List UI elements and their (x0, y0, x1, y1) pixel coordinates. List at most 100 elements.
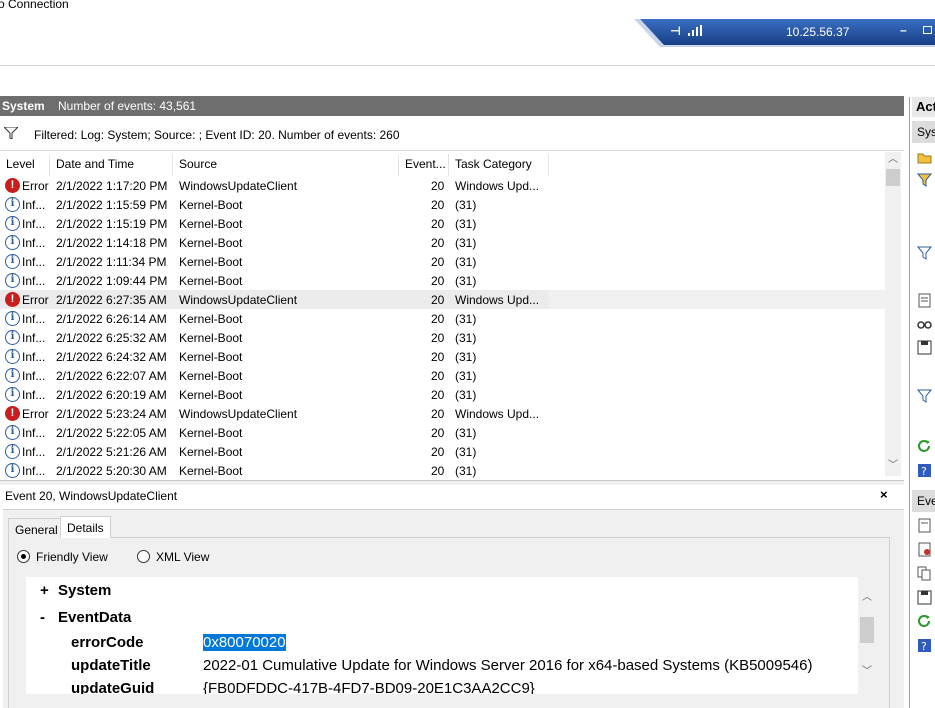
filter-icon (4, 127, 18, 139)
table-row[interactable]: ! Error 2/1/2022 5:23:24 AM WindowsUpdateCl… (0, 404, 885, 423)
table-row[interactable]: i Inf... 2/1/2022 6:25:32 AM Kernel-Boot 20 (… (0, 328, 885, 347)
eventdata-node[interactable]: EventData (58, 609, 131, 626)
radio-label: Friendly View (36, 550, 108, 564)
column-label: Level (6, 157, 35, 171)
system-node[interactable]: System (58, 582, 111, 599)
table-row[interactable]: i Inf... 2/1/2022 1:09:44 PM Kernel-Boot 20 (… (0, 271, 885, 290)
error-icon: ! (5, 178, 20, 193)
table-row[interactable]: i Inf... 2/1/2022 6:24:32 AM Kernel-Boot 20 (… (0, 347, 885, 366)
scroll-up-icon[interactable]: ︿ (859, 590, 875, 606)
refresh-icon[interactable] (917, 439, 932, 454)
find-icon[interactable] (917, 316, 932, 331)
minimize-button[interactable]: – (900, 23, 907, 37)
tab-details[interactable]: Details (60, 516, 111, 538)
table-row[interactable]: i Inf... 2/1/2022 1:11:34 PM Kernel-Boot 20 (… (0, 252, 885, 271)
close-icon[interactable]: × (880, 487, 888, 502)
system-expand-toggle[interactable]: + (40, 582, 49, 599)
svg-text:?: ? (921, 640, 927, 653)
info-icon: i (5, 349, 20, 364)
table-row[interactable]: i Inf... 2/1/2022 5:22:05 AM Kernel-Boot 20 (… (0, 423, 885, 442)
table-row[interactable]: i Inf... 2/1/2022 1:15:59 PM Kernel-Boot 20 (… (0, 195, 885, 214)
table-row[interactable]: i Inf... 2/1/2022 6:26:14 AM Kernel-Boot 20 (… (0, 309, 885, 328)
log-name: System (2, 99, 45, 113)
filter-icon[interactable] (917, 245, 932, 260)
filter-icon[interactable] (917, 172, 932, 187)
title-divider (0, 65, 935, 66)
level-cell: Inf... (22, 217, 46, 231)
radio-unselected-icon (137, 550, 150, 563)
help-icon[interactable]: ? (917, 463, 932, 478)
category-cell: Windows Upd... (455, 293, 540, 307)
attach-task-to-event-icon[interactable] (917, 542, 932, 557)
datetime-cell: 2/1/2022 5:20:30 AM (56, 464, 167, 478)
info-icon: i (5, 425, 20, 440)
save-icon[interactable] (917, 340, 932, 355)
table-row[interactable]: i Inf... 2/1/2022 1:14:18 PM Kernel-Boot 20 (… (0, 233, 885, 252)
properties-icon[interactable] (917, 293, 932, 308)
open-folder-icon[interactable] (917, 150, 932, 165)
event-id-cell: 20 (431, 350, 445, 364)
copy-icon[interactable] (917, 566, 932, 581)
category-cell: (31) (455, 388, 477, 402)
column-header-level[interactable]: Level (0, 154, 50, 176)
datetime-cell: 2/1/2022 1:17:20 PM (56, 179, 168, 193)
scroll-down-icon[interactable]: ﹀ (885, 458, 901, 474)
table-row[interactable]: i Inf... 2/1/2022 6:20:19 AM Kernel-Boot 20 (… (0, 385, 885, 404)
column-header-task-category[interactable]: Task Category (449, 154, 549, 176)
signal-icon (688, 25, 702, 36)
info-icon: i (5, 311, 20, 326)
scroll-up-icon[interactable]: ︿ (885, 152, 901, 168)
table-row[interactable]: i Inf... 2/1/2022 5:21:26 AM Kernel-Boot 20 (… (0, 442, 885, 461)
restore-button[interactable] (923, 26, 932, 34)
table-row[interactable]: i Inf... 2/1/2022 5:20:30 AM Kernel-Boot 20 (… (0, 461, 885, 478)
info-icon: i (5, 273, 20, 288)
datetime-cell: 2/1/2022 6:27:35 AM (56, 293, 167, 307)
refresh-icon[interactable] (917, 614, 932, 629)
category-cell: (31) (455, 445, 477, 459)
attach-task-icon[interactable] (917, 388, 932, 403)
field-name: errorCode (71, 634, 144, 651)
column-header-source[interactable]: Source (173, 154, 399, 176)
column-header-event-id[interactable]: Event... (399, 154, 449, 176)
info-icon: i (5, 330, 20, 345)
source-cell: Kernel-Boot (179, 217, 243, 231)
actions-section-event[interactable]: Eve (912, 490, 935, 512)
log-header: System Number of events: 43,561 (0, 96, 904, 116)
actions-section-system[interactable]: Sys (912, 121, 935, 143)
table-row[interactable]: ! Error 2/1/2022 6:27:35 AM WindowsUpdateCl… (0, 290, 885, 309)
field-value-update-guid[interactable]: {FB0DFDDC-417B-4FD7-BD09-20E1C3AA2CC9} (203, 680, 535, 694)
column-header-datetime[interactable]: Date and Time (50, 154, 173, 176)
save-selected-icon[interactable] (917, 590, 932, 605)
tab-general[interactable]: General (8, 518, 65, 538)
level-cell: Inf... (22, 312, 46, 326)
svg-text:?: ? (921, 465, 927, 478)
level-cell: Inf... (22, 350, 46, 364)
grid-scrollbar[interactable]: ︿ ﹀ (885, 152, 901, 476)
event-viewer-window: { "window": { "title": "o Connection" },… (0, 0, 935, 708)
help-icon[interactable]: ? (917, 638, 932, 653)
level-cell: Inf... (22, 331, 46, 345)
error-icon: ! (5, 406, 20, 421)
filter-description: Filtered: Log: System; Source: ; Event I… (34, 128, 400, 142)
eventdata-collapse-toggle[interactable]: - (40, 609, 45, 626)
source-cell: Kernel-Boot (179, 350, 243, 364)
event-id-cell: 20 (431, 407, 445, 421)
actions-pane-title: Act (912, 97, 935, 117)
scrollbar-thumb[interactable] (886, 169, 900, 186)
scrollbar-thumb[interactable] (860, 617, 874, 643)
field-value-update-title[interactable]: 2022-01 Cumulative Update for Windows Se… (203, 657, 813, 674)
source-cell: Kernel-Boot (179, 255, 243, 269)
source-cell: Kernel-Boot (179, 236, 243, 250)
table-row[interactable]: ! Error 2/1/2022 1:17:20 PM WindowsUpdateCl… (0, 176, 885, 195)
level-cell: Inf... (22, 255, 46, 269)
pane-splitter[interactable] (0, 480, 904, 485)
pin-icon[interactable]: ⊣ (670, 24, 681, 38)
scroll-down-icon[interactable]: ﹀ (859, 664, 875, 680)
field-value-error-code[interactable]: 0x80070020 (203, 634, 286, 651)
detail-scrollbar[interactable]: ︿ ﹀ (859, 590, 875, 690)
event-properties-icon[interactable] (917, 518, 932, 533)
category-cell: (31) (455, 274, 477, 288)
info-icon: i (5, 463, 20, 478)
table-row[interactable]: i Inf... 2/1/2022 6:22:07 AM Kernel-Boot 20 (… (0, 366, 885, 385)
table-row[interactable]: i Inf... 2/1/2022 1:15:19 PM Kernel-Boot 20 (… (0, 214, 885, 233)
